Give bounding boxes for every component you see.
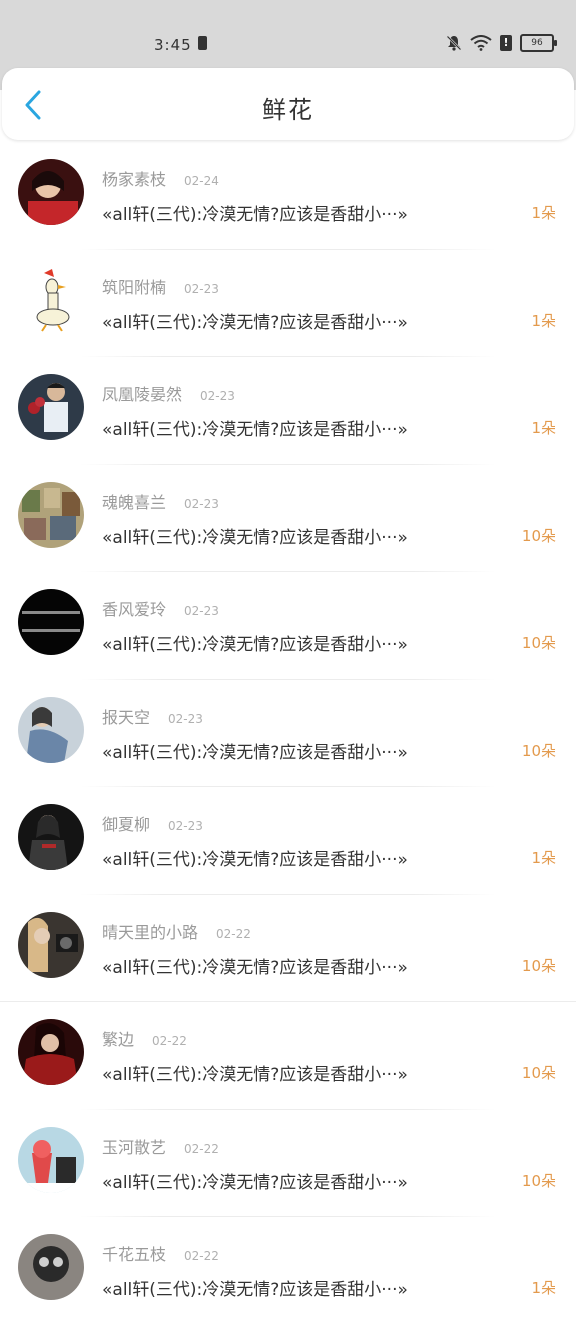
item-name: 晴天里的小路 02-22 (102, 919, 251, 943)
item-title[interactable]: «all轩(三代):冷漠无情?应该是香甜小···» (102, 1275, 502, 1300)
flower-count: 10朵 (521, 741, 556, 760)
item-user: 凤凰陵晏然 (102, 385, 183, 404)
item-title[interactable]: «all轩(三代):冷漠无情?应该是香甜小···» (102, 845, 502, 870)
item-title[interactable]: «all轩(三代):冷漠无情?应该是香甜小···» (102, 200, 502, 225)
list-item[interactable]: 杨家素枝 02-24 «all轩(三代):冷漠无情?应该是香甜小···» 1朵 (0, 142, 576, 250)
item-title[interactable]: «all轩(三代):冷漠无情?应该是香甜小···» (102, 953, 502, 978)
flower-count: 10朵 (521, 1171, 556, 1190)
status-icons: ! 96 (446, 32, 557, 54)
avatar[interactable] (18, 374, 84, 440)
flower-count: 10朵 (521, 526, 556, 545)
item-name: 魂魄喜兰 02-23 (102, 489, 219, 513)
item-date: 02-23 (168, 711, 203, 726)
list-item[interactable]: 千花五枝 02-22 «all轩(三代):冷漠无情?应该是香甜小···» 1朵 (0, 1217, 576, 1325)
list-item[interactable]: 晴天里的小路 02-22 «all轩(三代):冷漠无情?应该是香甜小···» 10… (0, 895, 576, 1002)
list-item[interactable]: 报天空 02-23 «all轩(三代):冷漠无情?应该是香甜小···» 10朵 (0, 680, 576, 787)
item-name: 凤凰陵晏然 02-23 (102, 381, 235, 405)
item-name: 御夏柳 02-23 (102, 811, 203, 835)
item-title[interactable]: «all轩(三代):冷漠无情?应该是香甜小···» (102, 523, 502, 548)
item-date: 02-22 (216, 926, 251, 941)
item-date: 02-22 (184, 1249, 219, 1263)
battery-icon: 96 (520, 34, 557, 52)
flower-count: 10朵 (521, 956, 556, 975)
page-title: 鲜花 (262, 96, 314, 124)
header: 鲜花 (2, 68, 574, 140)
item-user: 报天空 (102, 707, 151, 727)
item-name: 千花五枝 02-22 (102, 1241, 219, 1265)
avatar[interactable] (18, 266, 84, 333)
item-user: 香风爱玲 (102, 600, 167, 619)
list-item[interactable]: 凤凰陵晏然 02-23 «all轩(三代):冷漠无情?应该是香甜小···» 1朵 (0, 357, 576, 465)
avatar[interactable] (18, 481, 84, 548)
battery-level: 96 (531, 38, 543, 48)
item-user: 筑阳附楠 (102, 277, 167, 297)
item-date: 02-22 (184, 1141, 219, 1156)
item-user: 魂魄喜兰 (102, 492, 167, 512)
item-title[interactable]: «all轩(三代):冷漠无情?应该是香甜小···» (102, 1168, 502, 1193)
avatar[interactable] (18, 589, 84, 655)
item-title[interactable]: «all轩(三代):冷漠无情?应该是香甜小···» (102, 630, 502, 655)
wifi-icon (470, 35, 492, 51)
avatar[interactable] (18, 911, 84, 978)
avatar[interactable] (18, 804, 84, 870)
avatar[interactable] (18, 1019, 84, 1085)
item-title[interactable]: «all轩(三代):冷漠无情?应该是香甜小···» (102, 1060, 502, 1085)
avatar[interactable] (18, 1234, 84, 1300)
item-title[interactable]: «all轩(三代):冷漠无情?应该是香甜小···» (102, 415, 502, 440)
flower-list: 杨家素枝 02-24 «all轩(三代):冷漠无情?应该是香甜小···» 1朵 筑… (0, 142, 576, 1325)
flower-count: 10朵 (521, 1064, 556, 1082)
list-item[interactable]: 繁边 02-22 «all轩(三代):冷漠无情?应该是香甜小···» 10朵 (0, 1002, 576, 1110)
flower-count: 1朵 (531, 311, 556, 330)
item-user: 杨家素枝 (102, 170, 167, 189)
item-title[interactable]: «all轩(三代):冷漠无情?应该是香甜小···» (102, 308, 502, 333)
item-name: 筑阳附楠 02-23 (102, 274, 219, 298)
item-date: 02-23 (168, 819, 203, 833)
item-date: 02-23 (200, 389, 235, 403)
item-date: 02-23 (184, 604, 219, 618)
flower-count: 1朵 (531, 849, 556, 867)
alert-icon: ! (500, 35, 512, 51)
list-item[interactable]: 香风爱玲 02-23 «all轩(三代):冷漠无情?应该是香甜小···» 10朵 (0, 572, 576, 680)
status-time: 3:45 (154, 36, 192, 54)
item-user: 繁边 (102, 1030, 135, 1049)
list-item[interactable]: 筑阳附楠 02-23 «all轩(三代):冷漠无情?应该是香甜小···» 1朵 (0, 250, 576, 357)
item-user: 御夏柳 (102, 815, 151, 834)
item-date: 02-24 (184, 174, 219, 188)
list-item[interactable]: 玉河散艺 02-22 «all轩(三代):冷漠无情?应该是香甜小···» 10朵 (0, 1110, 576, 1217)
item-date: 02-23 (184, 281, 219, 296)
flower-count: 1朵 (531, 204, 556, 222)
list-item[interactable]: 御夏柳 02-23 «all轩(三代):冷漠无情?应该是香甜小···» 1朵 (0, 787, 576, 895)
item-user: 晴天里的小路 (102, 922, 199, 942)
avatar[interactable] (18, 696, 84, 763)
sim-icon (198, 36, 207, 50)
item-name: 香风爱玲 02-23 (102, 596, 219, 620)
list-item[interactable]: 魂魄喜兰 02-23 «all轩(三代):冷漠无情?应该是香甜小···» 10朵 (0, 465, 576, 572)
avatar[interactable] (18, 159, 84, 225)
item-date: 02-23 (184, 496, 219, 511)
item-name: 繁边 02-22 (102, 1026, 187, 1050)
item-user: 千花五枝 (102, 1245, 167, 1264)
item-user: 玉河散艺 (102, 1137, 167, 1157)
flower-count: 1朵 (531, 419, 556, 437)
item-name: 玉河散艺 02-22 (102, 1134, 219, 1158)
item-title[interactable]: «all轩(三代):冷漠无情?应该是香甜小···» (102, 738, 502, 763)
mute-bell-icon (446, 35, 462, 51)
avatar[interactable] (18, 1126, 84, 1193)
item-name: 杨家素枝 02-24 (102, 166, 219, 190)
item-name: 报天空 02-23 (102, 704, 203, 728)
flower-count: 10朵 (521, 634, 556, 652)
flower-count: 1朵 (531, 1279, 556, 1297)
item-date: 02-22 (152, 1034, 187, 1048)
